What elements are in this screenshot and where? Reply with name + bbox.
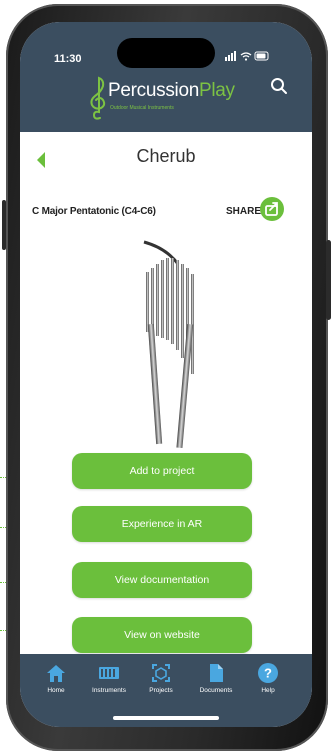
- status-icons: [225, 51, 271, 64]
- dynamic-island: [117, 38, 215, 68]
- nav-instruments[interactable]: Instruments: [81, 662, 137, 694]
- nav-help[interactable]: ? Help: [240, 662, 296, 694]
- nav-home[interactable]: Home: [28, 662, 84, 694]
- add-to-project-button[interactable]: Add to project: [72, 453, 252, 489]
- share-icon: [265, 202, 278, 216]
- instrument-scale: C Major Pentatonic (C4-C6): [32, 206, 156, 217]
- brand-tagline: Outdoor Musical Instruments: [110, 105, 174, 111]
- power-button: [326, 240, 331, 320]
- brand-name: PercussionPlay: [108, 80, 235, 101]
- app-screen: 11:30 PercussionPlay Outdoor Musical Ins…: [20, 22, 312, 727]
- experience-in-ar-button[interactable]: Experience in AR: [72, 506, 252, 542]
- svg-text:?: ?: [264, 666, 272, 681]
- home-indicator: [113, 716, 219, 720]
- instruments-icon: [99, 667, 119, 679]
- search-icon[interactable]: [270, 77, 288, 95]
- chimes-instrument-image: [143, 240, 194, 449]
- nav-projects[interactable]: Projects: [133, 662, 189, 694]
- volume-button: [2, 200, 6, 250]
- bottom-nav: Home Instruments Projects Documents ? He…: [20, 654, 312, 727]
- document-icon: [210, 664, 223, 682]
- status-time: 11:30: [54, 53, 82, 65]
- share-button[interactable]: [260, 197, 284, 221]
- view-documentation-button[interactable]: View documentation: [72, 562, 252, 598]
- treble-clef-icon: [90, 76, 106, 120]
- home-icon: [47, 665, 65, 682]
- share-label[interactable]: SHARE: [226, 206, 261, 217]
- nav-documents[interactable]: Documents: [188, 662, 244, 694]
- help-icon: ?: [258, 663, 278, 683]
- projects-icon: [152, 664, 170, 682]
- page-title: Cherub: [136, 146, 196, 166]
- app-header: 11:30 PercussionPlay Outdoor Musical Ins…: [20, 22, 312, 132]
- view-on-website-button[interactable]: View on website: [72, 617, 252, 653]
- brand-logo: PercussionPlay Outdoor Musical Instrumen…: [88, 74, 268, 122]
